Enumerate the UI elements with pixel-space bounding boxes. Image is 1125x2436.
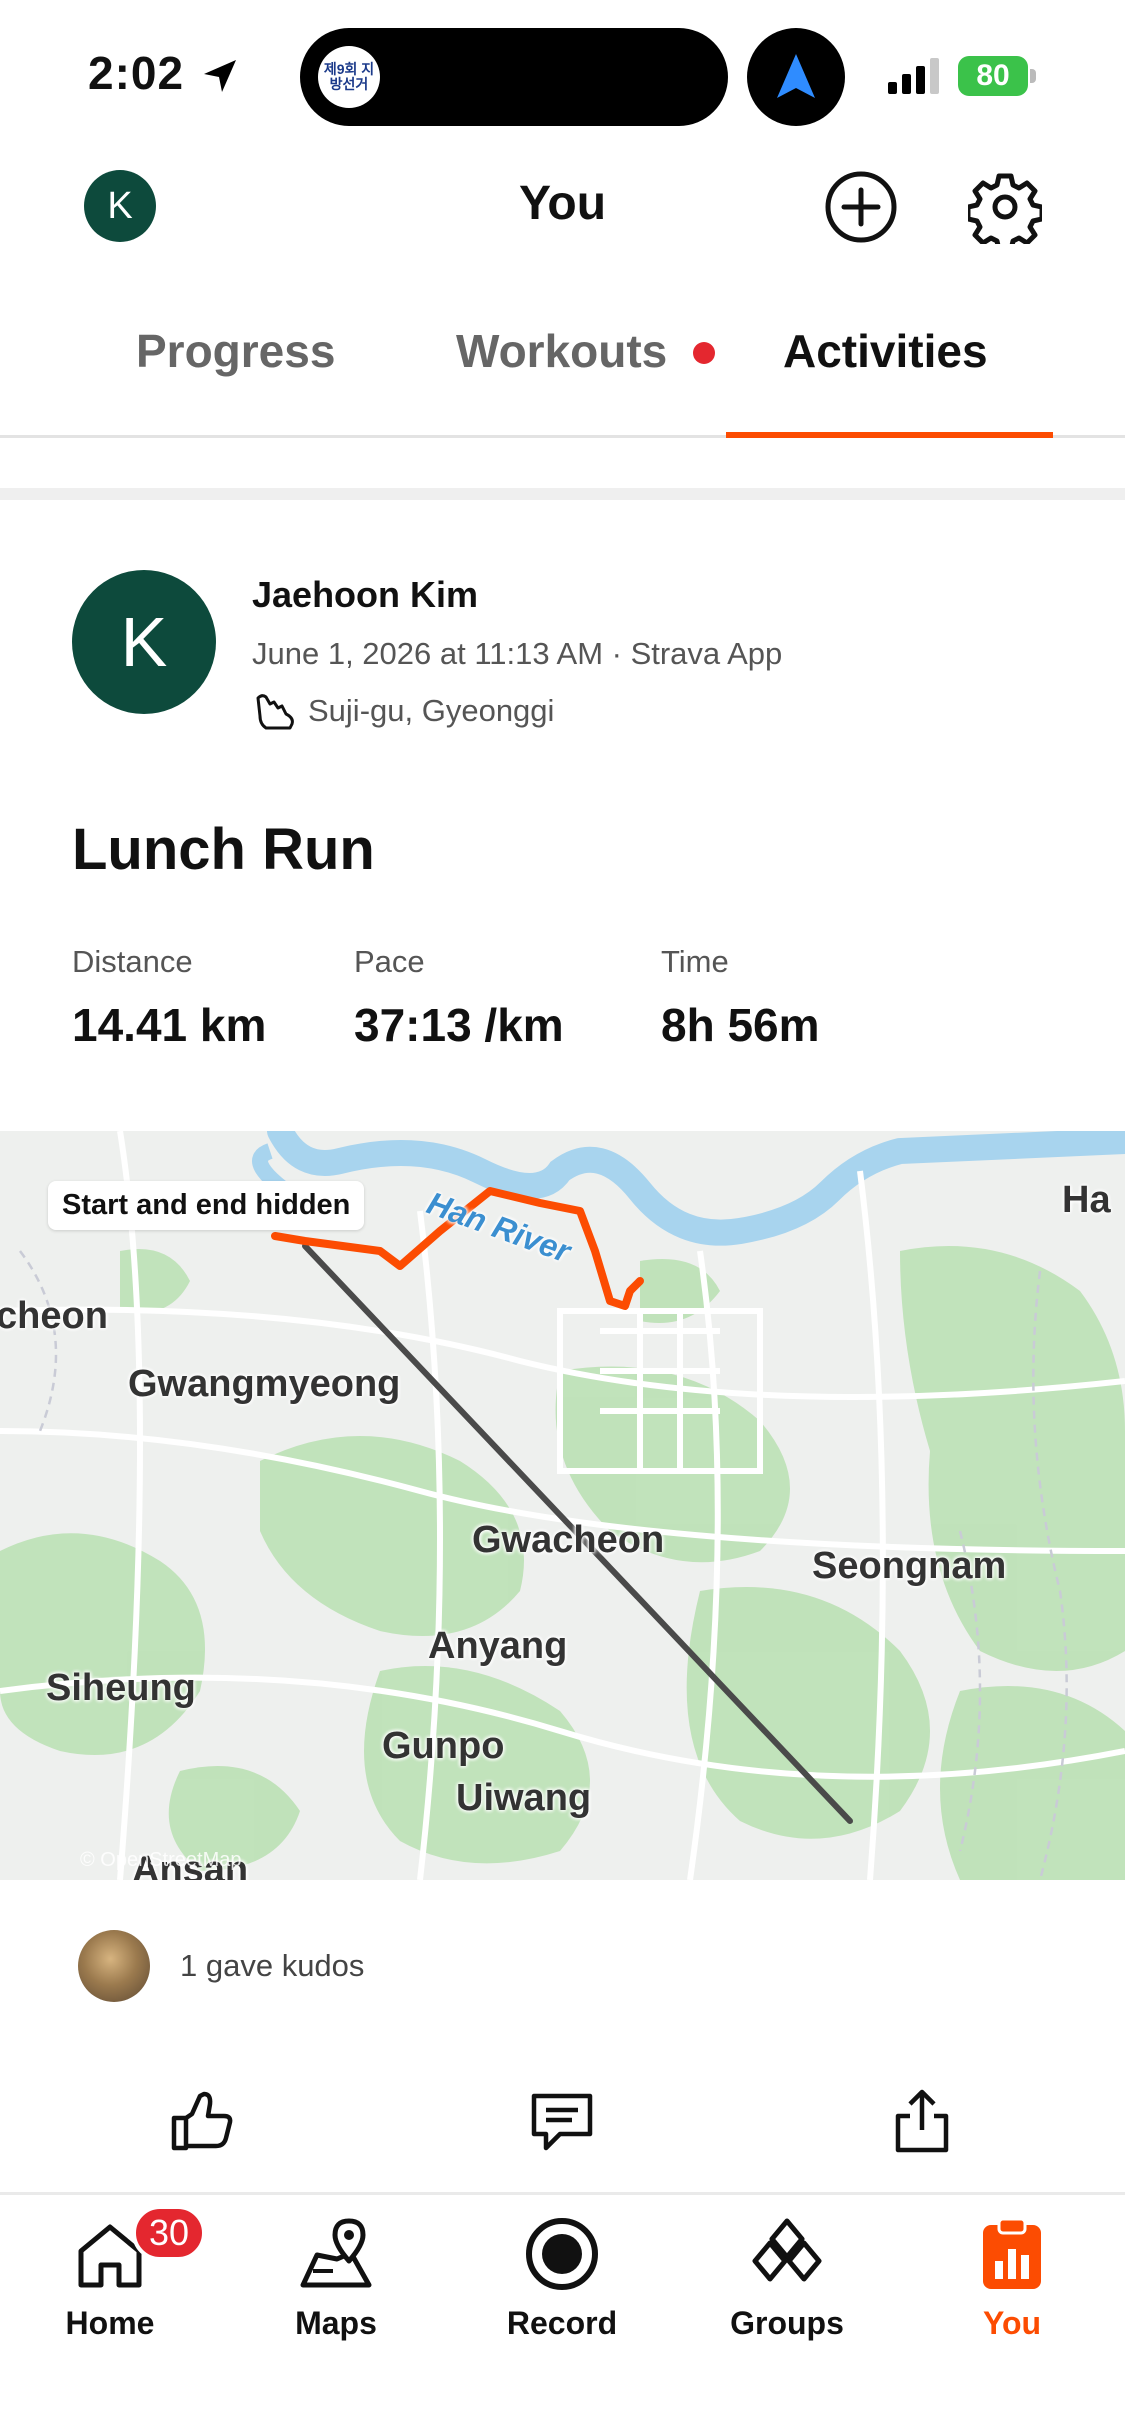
running-shoe-icon	[256, 694, 294, 730]
battery-level: 80	[958, 56, 1028, 96]
map-place-label: Anyang	[428, 1625, 568, 1667]
map-attribution: © OpenStreetMap	[80, 1849, 242, 1871]
athlete-avatar[interactable]: K	[72, 570, 216, 714]
nav-maps[interactable]: Maps	[246, 2215, 426, 2342]
stat-distance: Distance 14.41 km	[72, 944, 266, 1052]
clipboard-chart-icon	[983, 2217, 1041, 2289]
nav-label: Record	[506, 2305, 618, 2341]
map-place-label: cheon	[0, 1295, 108, 1337]
tab-progress[interactable]: Progress	[136, 324, 335, 378]
location-arrow-icon	[204, 60, 236, 92]
share-icon[interactable]	[886, 2086, 958, 2158]
stat-label: Pace	[354, 944, 425, 979]
status-time: 2:02	[88, 47, 185, 99]
nav-label: Home	[65, 2305, 155, 2341]
stat-pace: Pace 37:13 /km	[354, 944, 564, 1052]
page-title: You	[518, 177, 607, 230]
map-place-label: Gunpo	[382, 1725, 505, 1767]
nav-label: Groups	[730, 2305, 844, 2341]
bottom-navigation: 30 Home Maps Record Groups You	[0, 2192, 1125, 2436]
notification-badge: 30	[132, 2205, 206, 2261]
thumbs-up-icon[interactable]	[166, 2086, 238, 2158]
map-place-label: Gwangmyeong	[128, 1363, 401, 1405]
active-tab-indicator	[726, 432, 1053, 438]
comment-icon[interactable]	[526, 2086, 598, 2158]
workouts-notification-dot	[693, 342, 715, 364]
map-place-label: Gwacheon	[472, 1519, 665, 1561]
election-badge: 제9회 지방선거	[318, 46, 380, 108]
athlete-name[interactable]: Jaehoon Kim	[252, 574, 478, 616]
nav-label: Maps	[295, 2305, 377, 2341]
map-place-label: Siheung	[46, 1667, 196, 1709]
location-text: Suji-gu, Gyeonggi	[308, 693, 555, 728]
nav-record[interactable]: Record	[472, 2215, 652, 2342]
map-pin-icon	[300, 2218, 372, 2288]
map-place-label: Seongnam	[812, 1545, 1007, 1587]
stat-label: Distance	[72, 944, 193, 979]
nav-home[interactable]: 30 Home	[20, 2205, 206, 2342]
activity-map[interactable]: Start and end hidden cheon Gwangmyeong G…	[0, 1131, 1125, 1880]
groups-icon	[752, 2218, 822, 2282]
tab-workouts[interactable]: Workouts	[456, 324, 667, 378]
privacy-label: Start and end hidden	[48, 1181, 365, 1230]
stat-value: 37:13 /km	[354, 999, 564, 1051]
map-place-label: Ha	[1062, 1179, 1111, 1221]
dynamic-island[interactable]: 제9회 지방선거	[300, 28, 728, 126]
cellular-signal-icon	[888, 58, 939, 94]
navigation-arrow-icon	[777, 54, 815, 98]
stat-label: Time	[661, 944, 729, 979]
activity-title[interactable]: Lunch Run	[72, 816, 375, 883]
add-icon[interactable]	[824, 170, 898, 244]
section-divider	[0, 488, 1125, 500]
you-tabs: Progress Workouts Activities	[0, 290, 1125, 438]
nav-you[interactable]: You	[922, 2215, 1102, 2342]
navigation-activity-bubble[interactable]	[747, 28, 845, 126]
stat-time: Time 8h 56m	[661, 944, 820, 1052]
nav-label: You	[982, 2305, 1042, 2341]
stat-value: 8h 56m	[661, 999, 820, 1051]
activity-meta: June 1, 2026 at 11:13 AM · Strava App	[252, 636, 783, 671]
gear-icon[interactable]	[968, 170, 1042, 244]
map-place-label: Uiwang	[456, 1777, 592, 1819]
activity-location: Suji-gu, Gyeonggi	[252, 688, 554, 734]
status-bar: 2:02 제9회 지방선거 80	[0, 0, 1125, 150]
kudos-summary[interactable]: 1 gave kudos	[180, 1948, 364, 1984]
tab-activities[interactable]: Activities	[783, 324, 988, 378]
stat-value: 14.41 km	[72, 999, 267, 1051]
battery-cap	[1030, 69, 1036, 83]
nav-groups[interactable]: Groups	[697, 2215, 877, 2342]
battery-indicator: 80	[958, 56, 1038, 96]
record-icon	[526, 2218, 598, 2290]
kudos-giver-avatar[interactable]	[78, 1930, 150, 2002]
